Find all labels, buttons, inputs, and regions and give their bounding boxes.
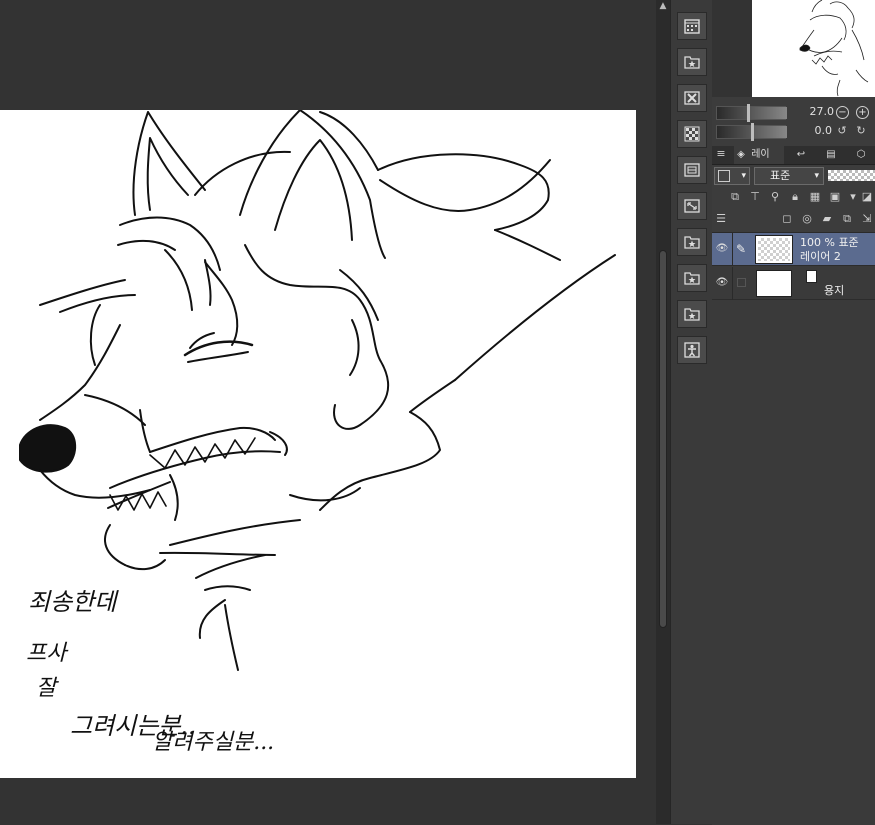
handwriting-line-3: 잘 (36, 676, 57, 701)
new-folder-icon[interactable]: ▰ (820, 212, 834, 226)
zoom-in-icon[interactable]: + (856, 106, 869, 119)
handwriting-line-1: 죄송한데 (28, 588, 117, 616)
chevron-down-icon[interactable]: ▾ (846, 190, 860, 204)
copy-layer-icon[interactable]: ⧉ (840, 212, 854, 226)
edit-icon[interactable]: ◪ (860, 190, 874, 204)
layer-list-icon[interactable]: ☰ (714, 212, 728, 226)
transform-icon[interactable] (677, 192, 707, 220)
column-divider (732, 233, 733, 266)
scroll-up-icon[interactable]: ▲ (658, 0, 668, 12)
navigator-sliders: 27.0 − + 0.0 ↺ ↻ (712, 100, 875, 144)
scrollbar-thumb[interactable] (659, 250, 667, 628)
chevron-down-icon: ▾ (741, 171, 746, 181)
handwriting-line-5: 알려주실분... (152, 730, 275, 755)
rotate-left-icon[interactable]: ↺ (835, 124, 849, 138)
mask-icon[interactable]: ▣ (828, 190, 842, 204)
layer-thumbnail (756, 270, 792, 297)
blend-mode-value: 표준 (770, 169, 791, 182)
rotate-right-icon[interactable]: ↻ (854, 124, 868, 138)
rotate-slider[interactable] (716, 123, 787, 141)
pen-icon: ✎ (736, 242, 747, 256)
layer-thumbnail (755, 235, 793, 264)
command-toolstrip (670, 0, 714, 824)
layer-name: 레이어 2 (800, 250, 841, 263)
navigator-side (712, 0, 752, 97)
history-icon[interactable]: ↩ (788, 146, 814, 164)
reference-icon[interactable]: ⊤ (748, 190, 762, 204)
layer-row-layer-2[interactable]: 👁︎ ✎ 100 % 표준 레이어 2 (712, 233, 875, 266)
panel-tabs: ≡ ◈ 레이 ↩ ▤ ⬡ (712, 146, 875, 165)
checkbox-icon[interactable] (737, 278, 746, 287)
layer-name: 용지 (824, 284, 845, 297)
chevron-down-icon: ▾ (814, 171, 819, 181)
layer-lock-row: ⧉ ⊤ ⚲ 🔒︎ ▦ ▣ ▾ ◪ (712, 188, 875, 208)
star-folder-icon[interactable] (677, 48, 707, 76)
layer-actions-row: ☰ ◻ ◎ ▰ ⧉ ⇲ (712, 210, 875, 230)
star-folder-icon[interactable] (677, 228, 707, 256)
eye-icon[interactable]: 👁︎ (715, 277, 729, 289)
paper-icon (806, 270, 817, 283)
navigator-preview[interactable] (752, 0, 875, 97)
navigator-thumbnail (799, 0, 869, 97)
layer-color-select[interactable]: ▾ (714, 167, 750, 185)
rotate-value: 0.0 (814, 124, 833, 137)
drawing-paper[interactable]: 죄송한데 프사 잘 그려시는분.. 알려주실분... (0, 110, 636, 778)
eye-icon[interactable]: 👁︎ (715, 243, 729, 255)
lock-icon[interactable]: 🔒︎ (788, 190, 802, 204)
canvas-scrollbar[interactable]: ▲ (656, 0, 670, 824)
figure-icon[interactable] (677, 336, 707, 364)
opacity-slider[interactable] (828, 170, 875, 181)
calendar-icon[interactable] (677, 12, 707, 40)
column-divider (732, 267, 733, 300)
wolf-sketch (19, 110, 616, 671)
right-panel: 27.0 − + 0.0 ↺ ↻ ≡ ◈ 레이 ↩ ▤ ⬡ ▾ 표준 ▾ ⧉ ⊤… (712, 0, 875, 825)
zoom-slider[interactable] (716, 104, 787, 122)
material-icon[interactable]: ⬡ (848, 146, 874, 164)
layer-blend-row: ▾ 표준 ▾ (712, 165, 875, 187)
star-folder-icon[interactable] (677, 300, 707, 328)
square-icon (718, 170, 730, 182)
new-raster-layer-icon[interactable]: ◻ (780, 212, 794, 226)
draft-icon[interactable]: ⚲ (768, 190, 782, 204)
properties-icon[interactable]: ▤ (818, 146, 844, 164)
new-vector-layer-icon[interactable]: ◎ (800, 212, 814, 226)
merge-layer-icon[interactable]: ⇲ (860, 212, 874, 226)
tab-layer[interactable]: ◈ 레이 (734, 146, 784, 164)
canvas-area[interactable]: 죄송한데 프사 잘 그려시는분.. 알려주실분... (0, 0, 656, 824)
handwriting-line-2: 프사 (26, 641, 67, 666)
zoom-value: 27.0 (809, 105, 835, 118)
lock-transparency-icon[interactable]: ▦ (808, 190, 822, 204)
layer-list: 👁︎ ✎ 100 % 표준 레이어 2 👁︎ 용지 (712, 232, 875, 825)
layout-icon[interactable] (677, 156, 707, 184)
panel-menu-icon[interactable]: ≡ (714, 147, 728, 161)
layer-row-paper[interactable]: 👁︎ 용지 (712, 267, 875, 300)
clip-icon[interactable]: ⧉ (728, 190, 742, 204)
star-folder-icon[interactable] (677, 264, 707, 292)
blend-mode-select[interactable]: 표준 ▾ (754, 167, 824, 185)
zoom-out-icon[interactable]: − (836, 106, 849, 119)
checker-grid-icon[interactable] (677, 120, 707, 148)
layer-opacity-blend: 100 % 표준 (800, 236, 859, 249)
tab-layer-label: 레이 (751, 149, 770, 160)
layers-icon: ◈ (737, 149, 745, 160)
close-box-icon[interactable] (677, 84, 707, 112)
